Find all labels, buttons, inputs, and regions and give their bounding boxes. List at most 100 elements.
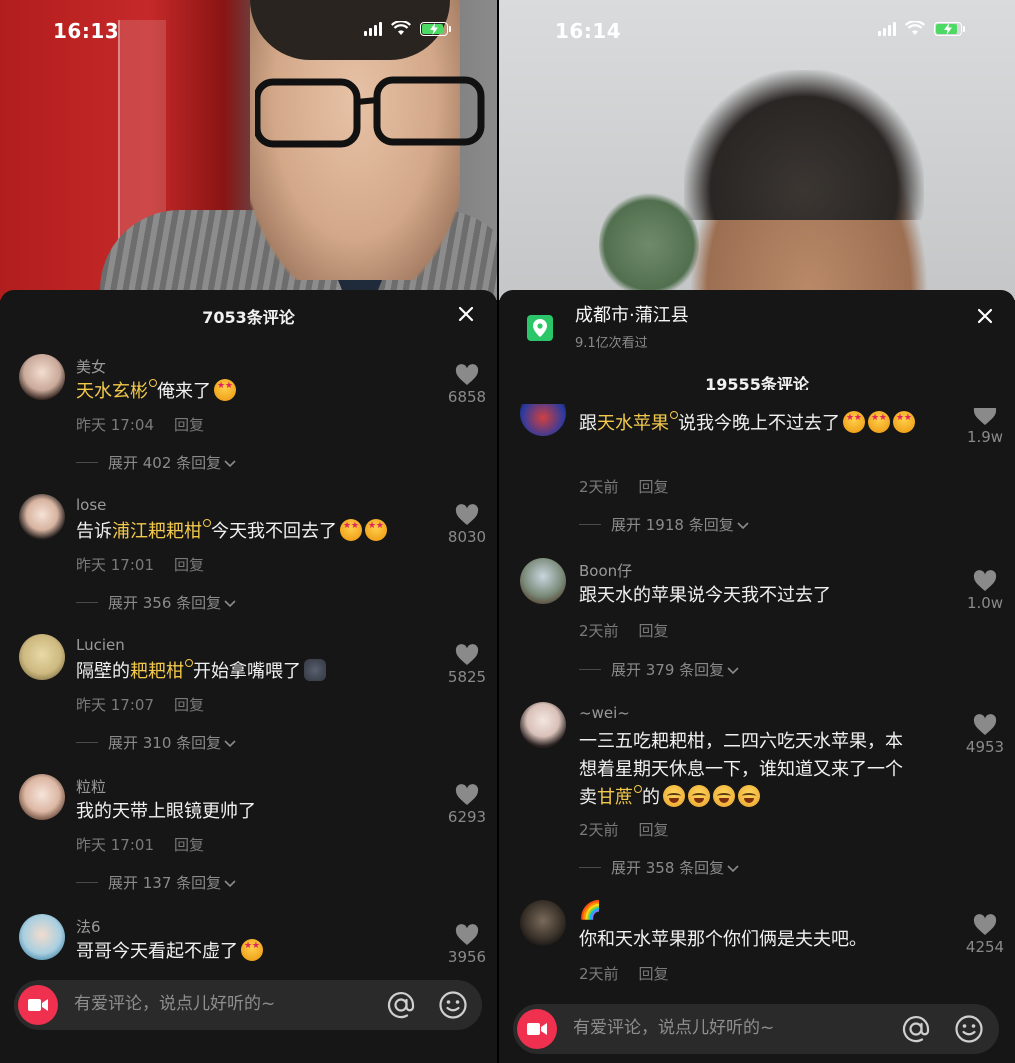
reply-button[interactable]: 回复 [174, 556, 204, 574]
comment-username[interactable]: 粒粒 [76, 776, 106, 797]
comment-text: 哥哥今天看起不虚了 [76, 938, 263, 966]
comment-username[interactable]: 法6 [76, 916, 101, 937]
like-button[interactable]: 1.9w [960, 408, 1010, 446]
mention-link[interactable]: 天水玄彬 [76, 381, 157, 402]
like-button[interactable]: 8030 [442, 504, 492, 546]
like-button[interactable]: 1.0w [960, 570, 1010, 612]
reply-button[interactable]: 回复 [639, 622, 669, 640]
expand-replies[interactable]: 展开 356 条回复 [76, 592, 237, 613]
reply-button[interactable]: 回复 [639, 965, 669, 983]
smile-icon[interactable] [438, 990, 468, 1020]
like-button[interactable]: 4254 [960, 914, 1010, 956]
comment-time: 2天前 [579, 622, 619, 640]
comment-meta: 2天前 回复 [579, 819, 669, 840]
expand-replies[interactable]: 展开 379 条回复 [579, 659, 740, 680]
like-button[interactable]: 6293 [442, 784, 492, 826]
location-header[interactable]: 成都市·蒲江县 9.1亿次看过 [527, 304, 689, 351]
comment-username[interactable]: 🌈 [579, 900, 601, 921]
star-eyes-emoji-icon [843, 411, 865, 433]
star-eyes-emoji-icon [893, 411, 915, 433]
comment-input[interactable] [72, 993, 336, 1015]
chevron-down-icon [727, 666, 739, 674]
avatar[interactable] [19, 494, 65, 540]
at-icon[interactable] [386, 990, 416, 1020]
scroll-mask [499, 390, 1015, 404]
status-time: 16:14 [555, 19, 622, 43]
like-count: 4254 [965, 938, 1005, 956]
comment-meta: 2天前 回复 [579, 620, 669, 641]
expand-replies[interactable]: 展开 358 条回复 [579, 857, 740, 878]
comment-text: 跟天水苹果 说我今晚上不过去了 [579, 410, 949, 438]
comment-username[interactable]: ~wei~ [579, 704, 630, 722]
avatar[interactable] [19, 634, 65, 680]
camera-button[interactable] [18, 985, 58, 1025]
mention-link[interactable]: 天水苹果 [597, 413, 678, 434]
heart-icon [973, 714, 997, 735]
like-button[interactable]: 4953 [960, 714, 1010, 756]
right-screen: 16:14 成都市·蒲江县 9.1亿次看过 19555条评论 跟天水苹果 说我今晚… [499, 0, 1015, 1063]
tears-of-joy-emoji-icon [738, 785, 760, 807]
chevron-down-icon [224, 879, 236, 887]
reply-button[interactable]: 回复 [639, 821, 669, 839]
like-button[interactable]: 6858 [442, 364, 492, 406]
reply-button[interactable]: 回复 [174, 416, 204, 434]
camera-button[interactable] [517, 1009, 557, 1049]
like-button[interactable]: 5825 [442, 644, 492, 686]
avatar[interactable] [19, 914, 65, 960]
expand-replies[interactable]: 展开 402 条回复 [76, 452, 237, 473]
smile-icon[interactable] [954, 1014, 984, 1044]
close-icon [458, 306, 474, 322]
like-count: 6293 [447, 808, 487, 826]
like-button[interactable]: 3956 [442, 924, 492, 966]
cat-emoji-icon [304, 659, 326, 681]
status-bar: 16:14 [499, 0, 1015, 60]
comment-time: 2天前 [579, 478, 619, 496]
expand-replies[interactable]: 展开 1918 条回复 [579, 514, 750, 535]
mention-link[interactable]: 浦江耙耙柑 [112, 521, 211, 542]
comment-meta: 昨天 17:07 回复 [76, 694, 204, 715]
comment-text: 我的天带上眼镜更帅了 [76, 801, 256, 822]
close-button[interactable] [975, 306, 999, 330]
avatar[interactable] [19, 354, 65, 400]
comment-username[interactable]: 美女 [76, 356, 106, 377]
mention-link[interactable]: 耙耙柑 [130, 661, 193, 682]
status-time: 16:13 [53, 19, 120, 43]
comment-text: 你和天水苹果那个你们俩是夫夫吧。 [579, 929, 867, 950]
avatar[interactable] [520, 702, 566, 748]
like-count: 8030 [447, 528, 487, 546]
reply-button[interactable]: 回复 [639, 478, 669, 496]
star-eyes-emoji-icon [868, 411, 890, 433]
camera-icon [28, 999, 48, 1011]
comment-text: 一三五吃耙耙柑，二四六吃天水苹果，本 想着星期天休息一下，谁知道又来了一个 卖甘… [579, 731, 903, 808]
chevron-down-icon [727, 864, 739, 872]
comments-title: 7053条评论 [202, 308, 295, 327]
heart-icon [455, 784, 479, 805]
avatar[interactable] [520, 900, 566, 946]
comment-meta: 昨天 17:04 回复 [76, 414, 204, 435]
comment-username[interactable]: lose [76, 496, 106, 514]
expand-replies[interactable]: 展开 137 条回复 [76, 872, 237, 893]
avatar[interactable] [19, 774, 65, 820]
camera-icon [527, 1023, 547, 1035]
close-button[interactable] [456, 304, 480, 328]
comment-username[interactable]: Boon仔 [579, 560, 632, 581]
chevron-down-icon [224, 459, 236, 467]
signal-icon [364, 21, 382, 36]
comment-time: 昨天 17:01 [76, 556, 154, 574]
mention-link[interactable]: 甘蔗 [597, 787, 642, 808]
chevron-down-icon [737, 521, 749, 529]
avatar[interactable] [520, 558, 566, 604]
comment-username[interactable]: Lucien [76, 636, 125, 654]
tears-of-joy-emoji-icon [688, 785, 710, 807]
tears-of-joy-emoji-icon [663, 785, 685, 807]
heart-icon [973, 914, 997, 935]
heart-icon [455, 504, 479, 525]
reply-button[interactable]: 回复 [174, 696, 204, 714]
comment-text: 隔壁的耙耙柑 开始拿嘴喂了 [76, 658, 326, 686]
at-icon[interactable] [901, 1014, 931, 1044]
like-count: 6858 [447, 388, 487, 406]
reply-button[interactable]: 回复 [174, 836, 204, 854]
expand-replies[interactable]: 展开 310 条回复 [76, 732, 237, 753]
comment-input[interactable] [571, 1017, 835, 1039]
comment-meta: 昨天 17:01 回复 [76, 554, 204, 575]
